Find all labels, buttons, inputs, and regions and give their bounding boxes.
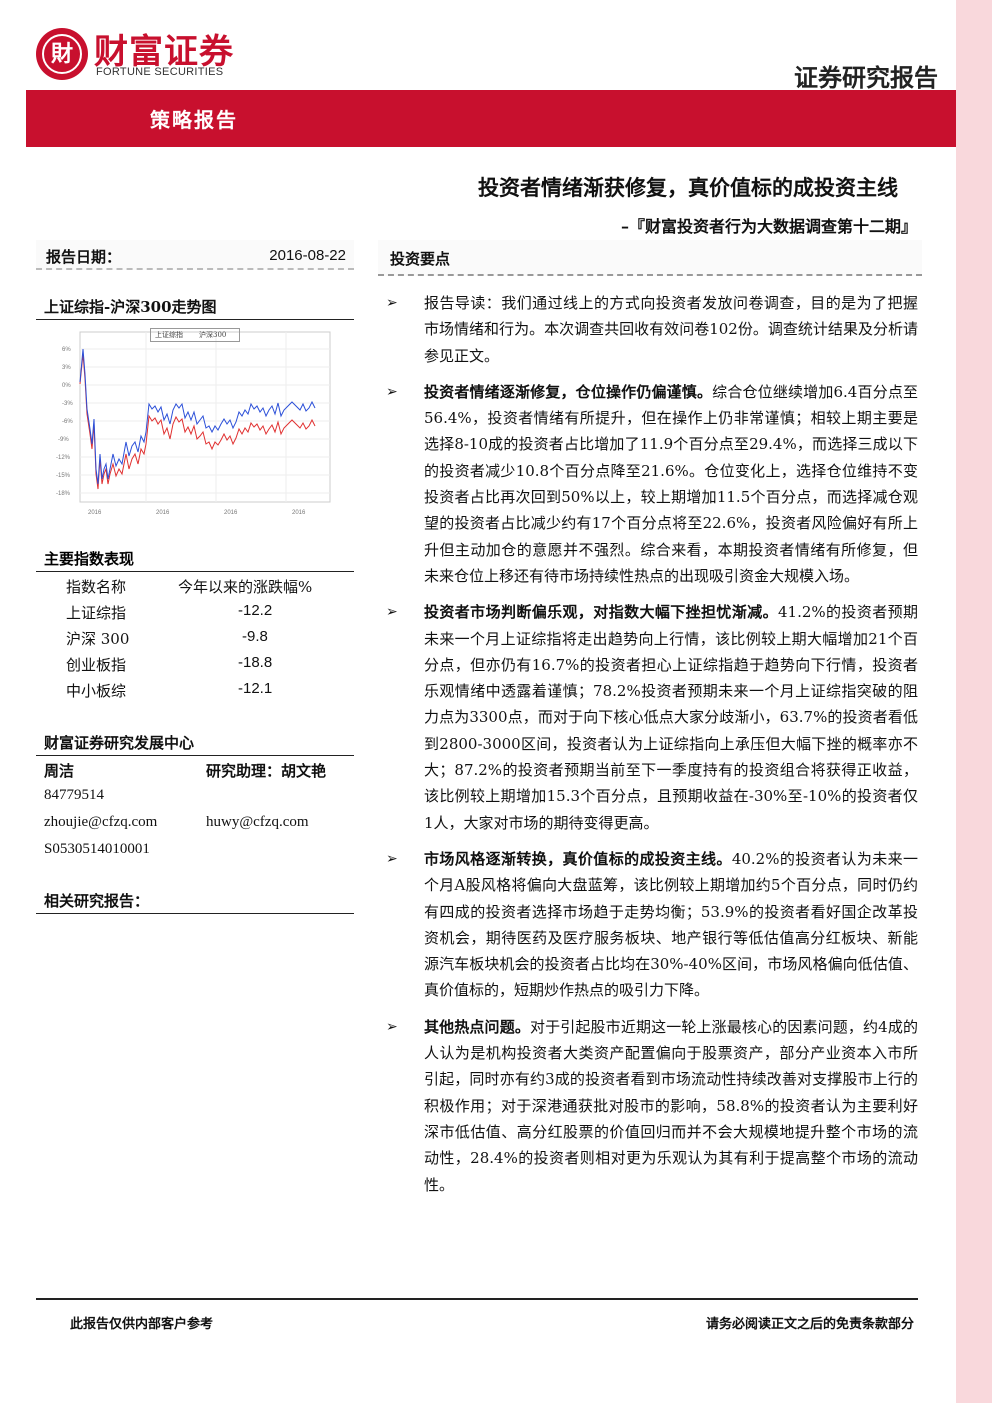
- list-item: ➢ 其他热点问题。对于引起股市近期这一轮上涨最核心的因素问题，约4成的人认为是机…: [378, 1014, 918, 1198]
- bullet-text: 40.2%的投资者认为未来一个月A股风格将偏向大盘蓝筹，该比例较上期增加约5个百…: [424, 849, 918, 1000]
- research-center-title: 财富证券研究发展中心: [36, 726, 354, 756]
- index-performance-title: 主要指数表现: [36, 542, 354, 572]
- trend-chart-svg: 6% 3% 0% -3% -6% -9% -12% -15% -18% 2016…: [56, 331, 331, 516]
- list-item: ➢ 市场风格逐渐转换，真价值标的成投资主线。40.2%的投资者认为未来一个月A股…: [378, 846, 918, 1004]
- bullet-text: 对于引起股市近期这一轮上涨最核心的因素问题，约4成的人认为是机构投资者大类资产配…: [424, 1017, 918, 1194]
- key-points-head: 投资要点: [378, 240, 922, 276]
- index-name: 沪深 300: [66, 630, 130, 648]
- related-reports-title: 相关研究报告：: [36, 884, 354, 914]
- svg-text:-18%: -18%: [56, 491, 71, 497]
- index-value: -18.8: [238, 654, 273, 671]
- svg-text:2016: 2016: [292, 510, 306, 516]
- chart-legend: 上证综指 沪深300: [150, 328, 240, 342]
- table-row: 创业板指 -18.8: [36, 650, 354, 676]
- bullet-arrow-icon: ➢: [386, 1018, 398, 1035]
- series-line-b: [79, 348, 316, 485]
- contact-row: S0530514010001: [36, 837, 354, 864]
- footer-divider: [36, 1298, 918, 1300]
- svg-text:-6%: -6%: [62, 419, 73, 425]
- list-item: ➢ 投资者情绪逐渐修复，仓位操作仍偏谨慎。综合仓位继续增加6.4百分点至56.4…: [378, 379, 918, 589]
- svg-text:-9%: -9%: [58, 437, 69, 443]
- chart-plot-area: [79, 331, 331, 503]
- list-item: ➢ 投资者市场判断偏乐观，对指数大幅下挫担忧渐减。41.2%的投资者预期未来一个…: [378, 599, 918, 836]
- index-value: -9.8: [242, 628, 268, 645]
- index-header-name: 指数名称: [66, 578, 127, 596]
- company-name-en: FORTUNE SECURITIES: [96, 66, 224, 78]
- category-band: 策略报告: [26, 90, 956, 147]
- svg-text:-3%: -3%: [62, 401, 73, 407]
- legend-item-a: 上证综指: [155, 331, 183, 339]
- contact-row: 84779514: [36, 783, 354, 810]
- analyst-name: 周洁: [44, 762, 75, 780]
- assistant-name: 研究助理：胡文艳: [206, 762, 327, 780]
- svg-text:2016: 2016: [156, 510, 170, 516]
- key-points-panel: 投资要点: [378, 240, 922, 276]
- report-date-row: 报告日期： 2016-08-22: [36, 240, 354, 270]
- report-title: 投资者情绪渐获修复，真价值标的成投资主线: [478, 175, 898, 200]
- report-date-label: 报告日期：: [46, 248, 122, 266]
- analyst-phone: 84779514: [44, 787, 104, 803]
- bullet-arrow-icon: ➢: [386, 383, 398, 400]
- table-row: 上证综指 -12.2: [36, 598, 354, 624]
- bullet-heading: 投资者市场判断偏乐观，对指数大幅下挫担忧渐减。: [424, 603, 778, 622]
- bullet-text: 报告导读：我们通过线上的方式向投资者发放问卷调查，目的是为了把握市场情绪和行为。…: [424, 294, 918, 365]
- analyst-cert: S0530514010001: [44, 841, 150, 857]
- company-logo-icon: 財: [36, 28, 88, 80]
- svg-text:-15%: -15%: [56, 473, 71, 479]
- index-value: -12.1: [238, 680, 273, 697]
- key-points-list: ➢ 报告导读：我们通过线上的方式向投资者发放问卷调查，目的是为了把握市场情绪和行…: [378, 290, 918, 1208]
- table-row: 沪深 300 -9.8: [36, 624, 354, 650]
- bullet-heading: 其他热点问题。: [424, 1017, 530, 1036]
- index-value: -12.2: [238, 602, 273, 619]
- chart-title: 上证综指-沪深300走势图: [36, 290, 354, 320]
- logo-char: 財: [50, 41, 73, 67]
- contact-row: 周洁 研究助理：胡文艳: [36, 756, 354, 783]
- index-header-value: 今年以来的涨跌幅%: [178, 578, 313, 596]
- footer-right-note: 请务必阅读正文之后的免责条款部分: [705, 1317, 914, 1332]
- footer-left-note: 此报告仅供内部客户参考: [70, 1317, 214, 1332]
- index-name: 上证综指: [66, 604, 127, 622]
- analyst-email[interactable]: zhoujie@cfzq.com: [44, 814, 157, 831]
- list-item: ➢ 报告导读：我们通过线上的方式向投资者发放问卷调查，目的是为了把握市场情绪和行…: [378, 290, 918, 369]
- bullet-heading: 投资者情绪逐渐修复，仓位操作仍偏谨慎。: [424, 382, 713, 401]
- index-name: 创业板指: [66, 656, 127, 674]
- svg-text:2016: 2016: [224, 510, 238, 516]
- report-type: 证券研究报告: [794, 63, 938, 92]
- index-trend-chart: 6% 3% 0% -3% -6% -9% -12% -15% -18% 2016…: [36, 324, 354, 542]
- chart-gridlines: [80, 332, 330, 502]
- index-performance-table: 指数名称 今年以来的涨跌幅% 上证综指 -12.2 沪深 300 -9.8 创业…: [36, 572, 354, 702]
- key-points-label: 投资要点: [390, 250, 451, 268]
- table-row: 中小板综 -12.1: [36, 676, 354, 702]
- bullet-arrow-icon: ➢: [386, 295, 398, 311]
- report-date-value: 2016-08-22: [269, 247, 346, 264]
- category-label: 策略报告: [150, 108, 238, 132]
- report-subtitle: –『财富投资者行为大数据调查第十二期』: [620, 217, 917, 236]
- bullet-arrow-icon: ➢: [386, 850, 398, 867]
- svg-text:2016: 2016: [88, 510, 102, 516]
- legend-item-b: 沪深300: [199, 331, 227, 339]
- right-margin-strip: [956, 0, 992, 1403]
- report-header: 財 财富证券 FORTUNE SECURITIES 证券研究报告 策略报告: [0, 0, 956, 150]
- index-table-header: 指数名称 今年以来的涨跌幅%: [36, 572, 354, 598]
- svg-text:6%: 6%: [62, 347, 71, 353]
- svg-text:-12%: -12%: [56, 455, 71, 461]
- svg-text:3%: 3%: [62, 365, 71, 371]
- analyst-contacts: 周洁 研究助理：胡文艳 84779514 zhoujie@cfzq.com hu…: [36, 756, 354, 864]
- contact-row: zhoujie@cfzq.com huwy@cfzq.com: [36, 810, 354, 837]
- sidebar: 报告日期： 2016-08-22 上证综指-沪深300走势图 6% 3% 0% …: [36, 240, 354, 914]
- bullet-arrow-icon: ➢: [386, 604, 398, 621]
- index-name: 中小板综: [66, 682, 127, 700]
- svg-text:0%: 0%: [62, 383, 71, 389]
- bullet-text: 综合仓位继续增加6.4百分点至56.4%，投资者情绪有所提升，但在操作上仍非常谨…: [424, 382, 918, 585]
- assistant-email[interactable]: huwy@cfzq.com: [206, 814, 309, 831]
- bullet-text: 41.2%的投资者预期未来一个月上证综指将走出趋势向上行情，该比例较上期大幅增加…: [424, 603, 918, 832]
- bullet-heading: 市场风格逐渐转换，真价值标的成投资主线。: [424, 849, 732, 868]
